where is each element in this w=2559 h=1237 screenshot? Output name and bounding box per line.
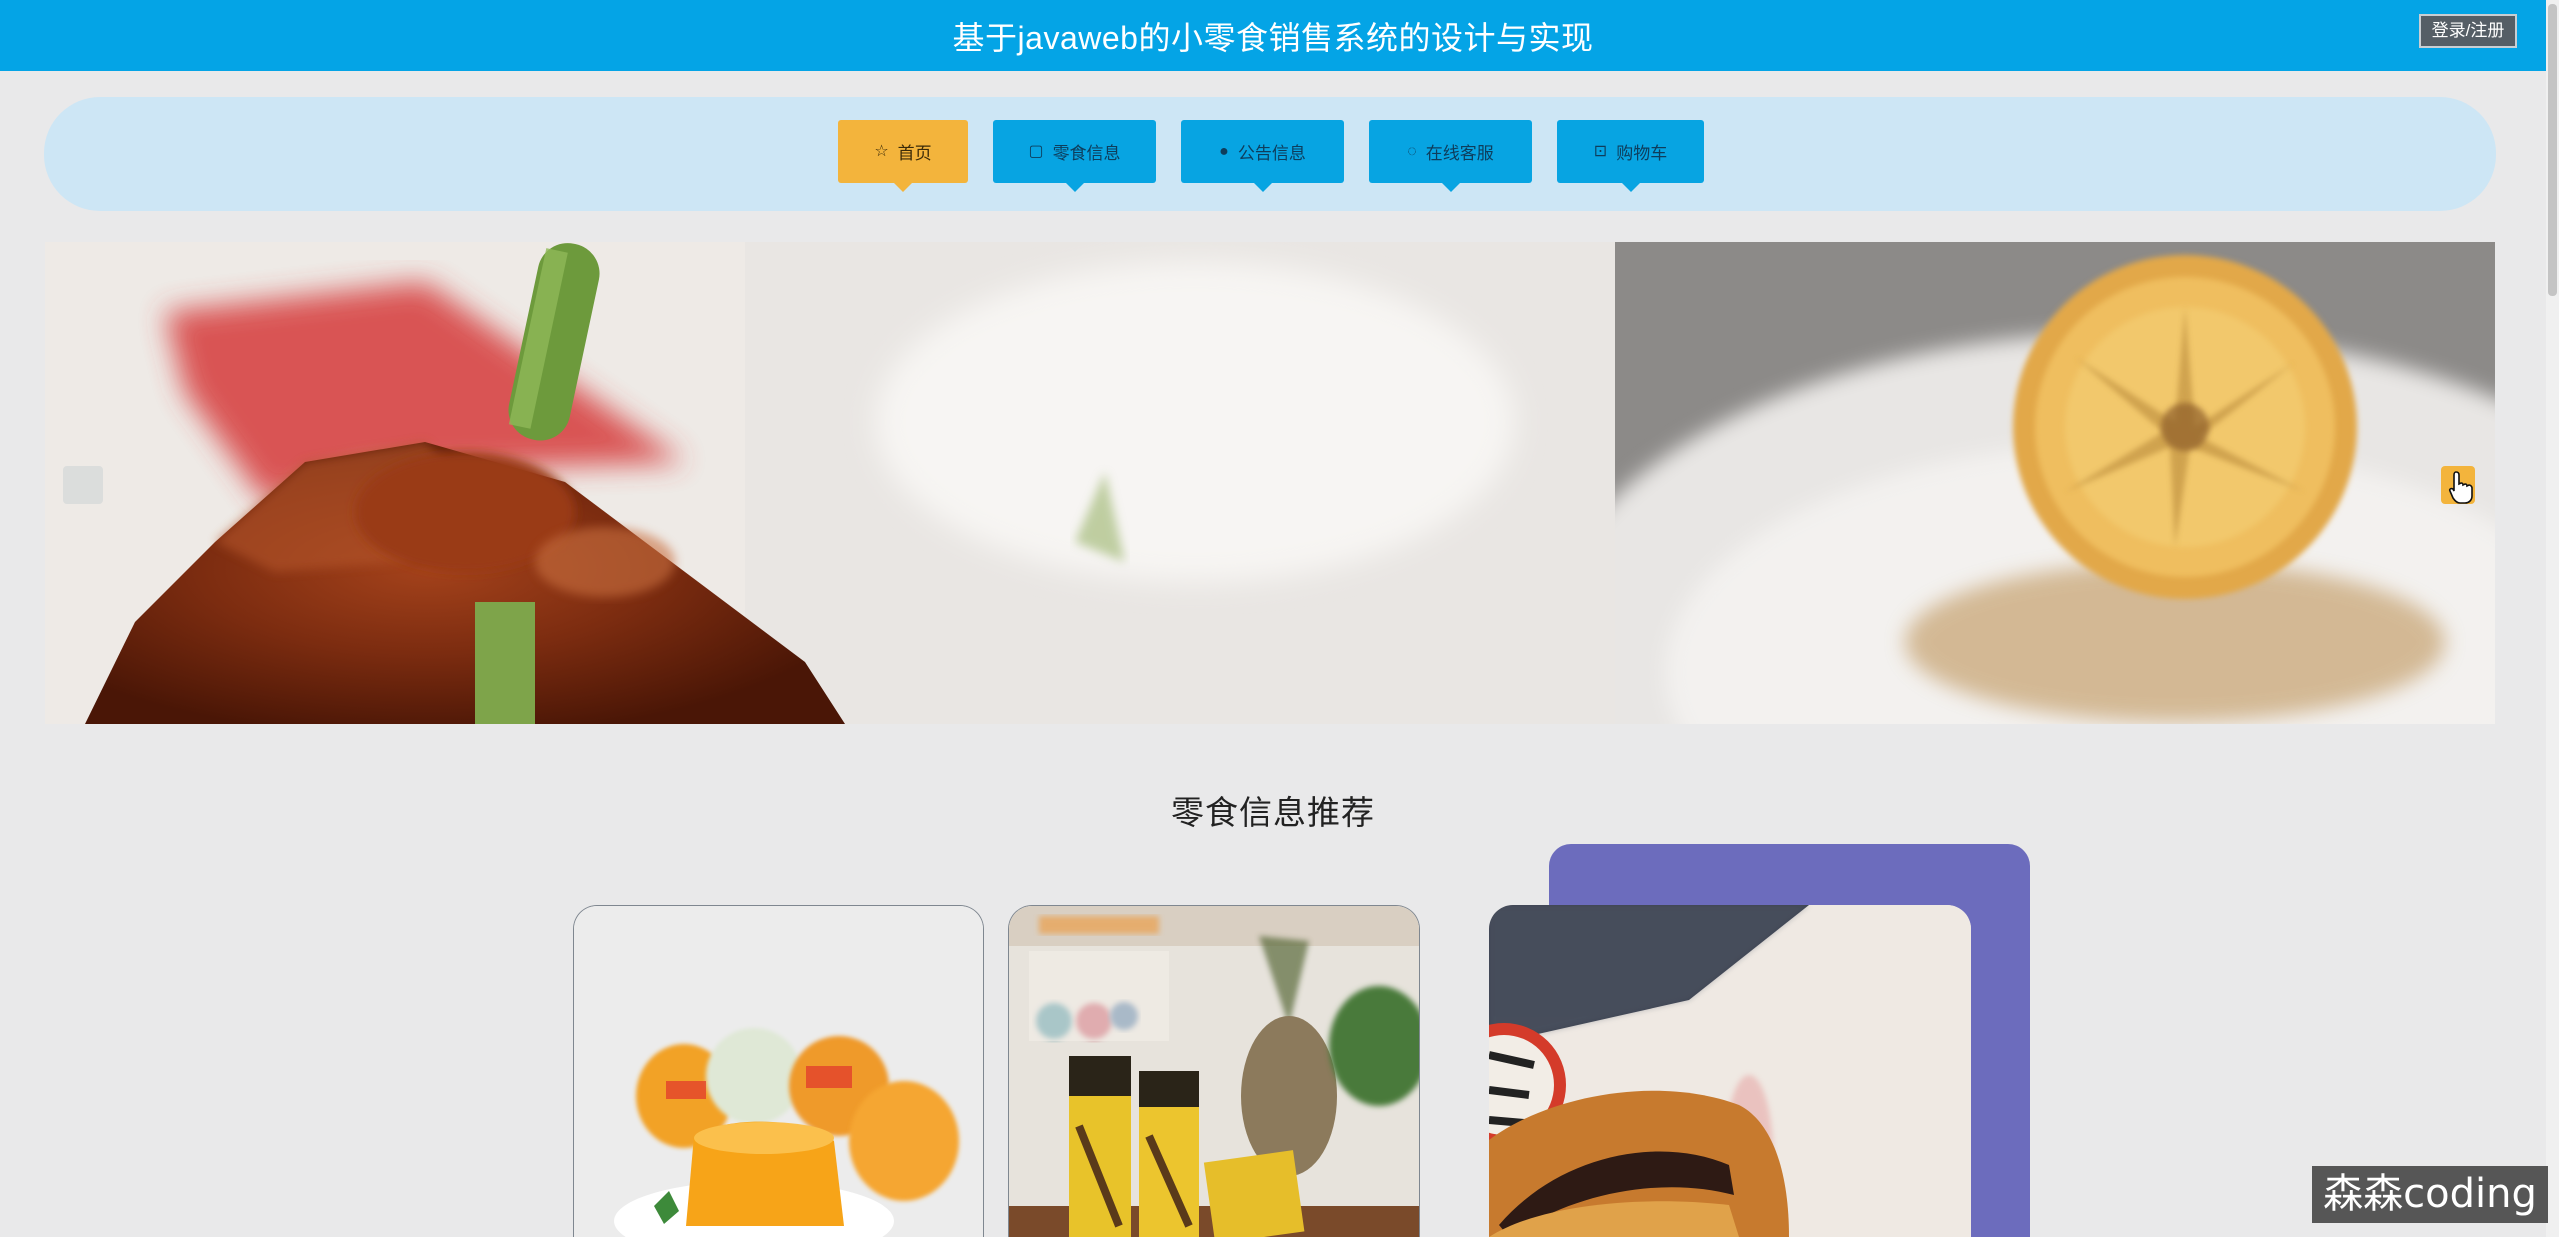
product-image-pocky (1009, 906, 1419, 1237)
site-title: 基于javaweb的小零食销售系统的设计与实现 (952, 20, 1594, 56)
banner-slide-lemon (1615, 242, 2495, 724)
banner-carousel[interactable] (45, 242, 2495, 724)
nav-item-label: 首页 (897, 144, 932, 163)
nav-item-snacks[interactable]: ▢ 零食信息 (993, 120, 1156, 192)
login-register-button[interactable]: 登录/注册 (2419, 14, 2517, 48)
section-title: 零食信息推荐 (1171, 794, 1375, 831)
cart-icon: ⊡ (1593, 142, 1608, 160)
nav-item-service[interactable]: ◌ 在线客服 (1369, 120, 1532, 192)
hand-cursor-icon (2448, 471, 2473, 504)
product-image-dorayaki (1489, 905, 1971, 1237)
nav-item-label: 公告信息 (1237, 144, 1306, 163)
nav-item-label: 在线客服 (1425, 144, 1494, 163)
star-icon: ☆ (874, 142, 889, 160)
nav-item-label: 购物车 (1616, 144, 1668, 163)
banner-slide-roast-meat (45, 242, 1615, 724)
product-card-jelly[interactable] (573, 905, 984, 1237)
product-card-pocky[interactable] (1008, 905, 1420, 1237)
product-card-dorayaki[interactable] (1489, 905, 1971, 1237)
nav-item-cart[interactable]: ⊡ 购物车 (1557, 120, 1704, 192)
nav-item-notices[interactable]: ● 公告信息 (1181, 120, 1344, 192)
info-circle-icon: ● (1219, 142, 1229, 160)
nav-item-label: 零食信息 (1052, 144, 1121, 163)
top-header: 基于javaweb的小零食销售系统的设计与实现 登录/注册 (0, 0, 2546, 71)
nav-item-home[interactable]: ☆ 首页 (838, 120, 968, 192)
bag-icon: ▢ (1028, 142, 1044, 160)
scrollbar-thumb[interactable] (2548, 4, 2557, 296)
product-image-jelly (574, 906, 983, 1237)
headset-icon: ◌ (1407, 142, 1417, 160)
carousel-prev-button[interactable] (63, 466, 103, 504)
watermark-label: 森森coding (2312, 1166, 2548, 1223)
